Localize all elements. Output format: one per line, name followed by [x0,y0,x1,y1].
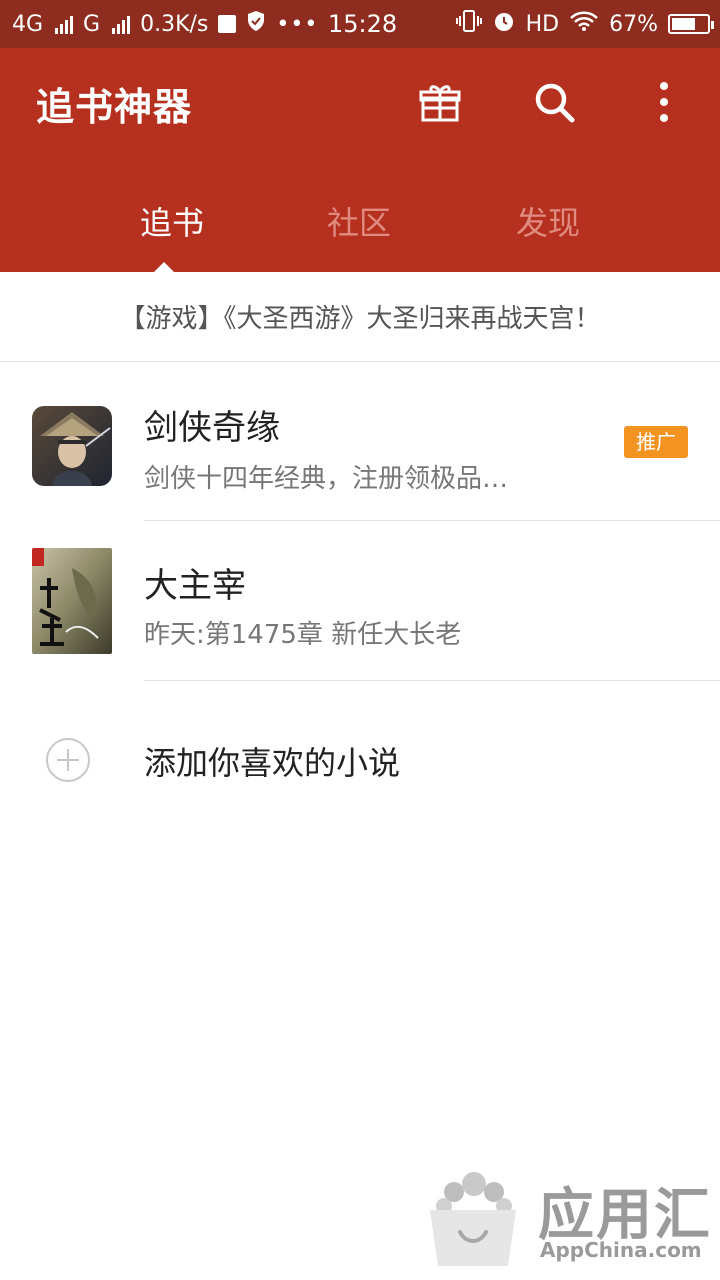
network-type-4g: 4G [12,11,44,37]
vibrate-icon [455,9,482,39]
battery-percent: 67% [609,11,658,37]
search-icon[interactable] [530,78,578,126]
alarm-icon [492,9,516,39]
book-subtitle: 剑侠十四年经典，注册领极品… [144,464,509,494]
more-icon[interactable] [640,78,688,126]
appchina-watermark: 应用汇 AppChina.com [420,1150,720,1270]
tab-community[interactable]: 社区 [279,198,439,244]
battery-icon [668,14,714,34]
promo-badge: 推广 [624,426,688,458]
signal-strength-2-icon [112,14,131,34]
add-book-label: 添加你喜欢的小说 [144,744,401,782]
book-title: 剑侠奇缘 [144,408,280,448]
notification-icon [218,15,237,33]
tab-discover[interactable]: 发现 [468,198,628,244]
tab-indicator [154,262,174,272]
hd-label: HD [525,11,560,37]
divider [144,520,720,521]
app-bar: 追书神器 追书 社区 发现 [0,48,720,272]
book-item-dazhuzai[interactable]: 大主宰 昨天:第1475章 新任大长老 [0,522,720,682]
shield-icon [246,10,266,38]
gift-icon[interactable] [416,78,464,126]
book-cover [32,406,112,486]
watermark-domain: AppChina.com [540,1238,702,1262]
wifi-icon [569,10,599,38]
status-left: 4G G 0.3K/s ••• [12,0,318,48]
status-bar: 4G G 0.3K/s ••• 15:28 HD 67% [0,0,720,48]
tab-bar: 追书 社区 发现 [0,178,720,272]
divider [144,680,720,681]
network-type-g: G [83,11,101,37]
book-cover [32,548,112,654]
book-item-jianxia[interactable]: 剑侠奇缘 剑侠十四年经典，注册领极品… 推广 [0,362,720,522]
shopping-bag-icon [424,1170,522,1266]
book-subtitle: 昨天:第1475章 新任大长老 [144,620,462,650]
status-time: 15:28 [328,10,398,38]
network-speed: 0.3K/s [140,11,209,37]
signal-strength-icon [55,14,74,34]
book-title: 大主宰 [144,566,246,606]
app-title: 追书神器 [36,85,193,129]
more-notifications-icon: ••• [276,11,319,37]
promo-banner[interactable]: 【游戏】《大圣西游》大圣归来再战天宫！ [0,272,720,362]
add-book-row[interactable]: 添加你喜欢的小说 [0,700,720,820]
tab-zhuishu[interactable]: 追书 [92,198,252,244]
status-right: HD 67% [455,0,714,48]
add-icon [46,738,90,782]
